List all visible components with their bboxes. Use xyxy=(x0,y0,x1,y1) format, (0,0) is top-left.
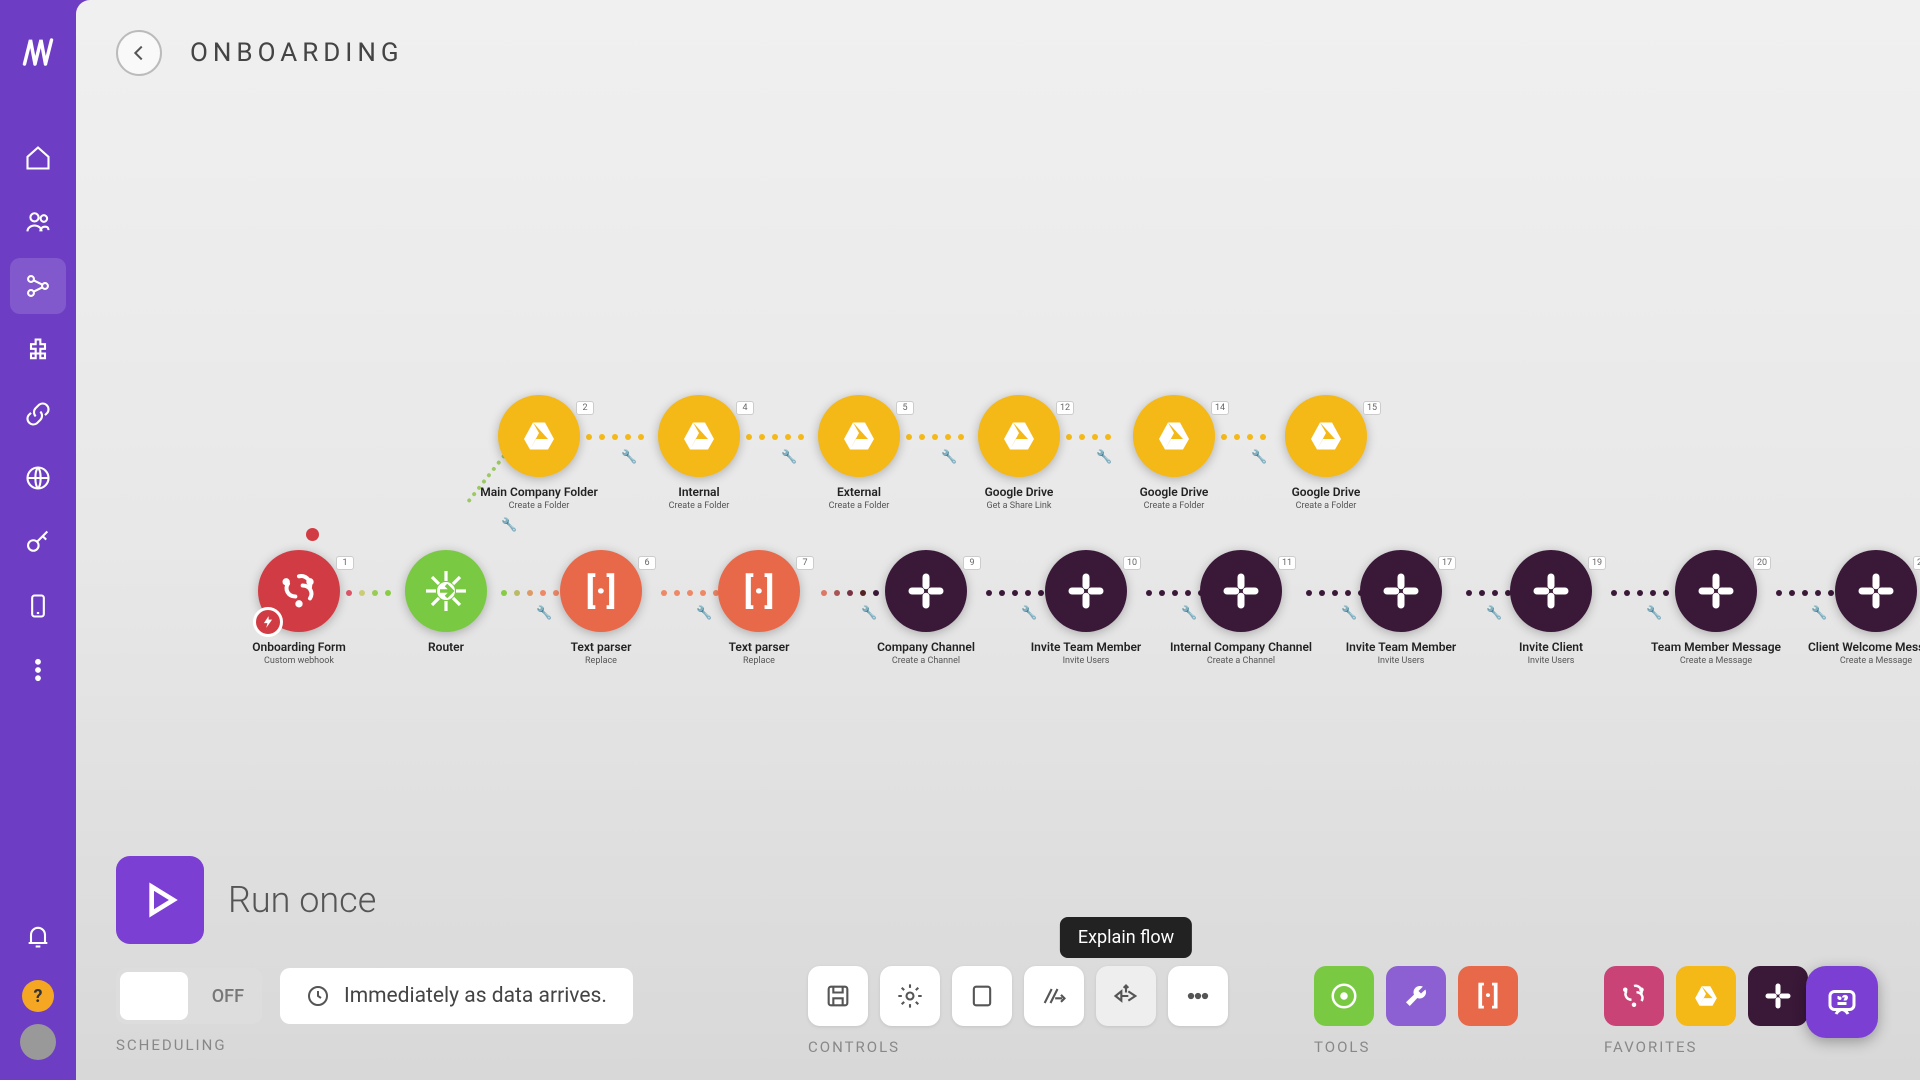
explain-flow-button[interactable]: Explain flow xyxy=(1096,966,1156,1026)
favorites-section-label: FAVORITES xyxy=(1604,1038,1880,1056)
nav-templates[interactable] xyxy=(10,322,66,378)
module-node[interactable]: [·]6 Text parserReplace xyxy=(536,550,666,666)
nav-home[interactable] xyxy=(10,130,66,186)
favorite-slack[interactable] xyxy=(1748,966,1808,1026)
nav-more[interactable] xyxy=(10,642,66,698)
back-button[interactable] xyxy=(116,30,162,76)
tool-tools[interactable] xyxy=(1386,966,1446,1026)
module-node[interactable]: 14 Google DriveCreate a Folder xyxy=(1109,395,1239,511)
status-dot xyxy=(306,528,319,541)
tool-flow-control[interactable] xyxy=(1314,966,1374,1026)
help-fab[interactable] xyxy=(1806,966,1878,1038)
module-node[interactable]: 12 Google DriveGet a Share Link xyxy=(954,395,1084,511)
more-controls-button[interactable] xyxy=(1168,966,1228,1026)
module-node[interactable]: 4 InternalCreate a Folder xyxy=(634,395,764,511)
module-node[interactable]: 20 Team Member MessageCreate a Message xyxy=(1651,550,1781,666)
tooltip: Explain flow xyxy=(1060,917,1192,958)
nav-team[interactable] xyxy=(10,194,66,250)
help-badge[interactable]: ? xyxy=(22,980,54,1012)
bottom-toolbar: Run once OFF Immediately as data arrives… xyxy=(116,856,1880,1056)
run-once-button[interactable] xyxy=(116,856,204,944)
scheduling-toggle[interactable]: OFF xyxy=(116,968,262,1024)
settings-button[interactable] xyxy=(880,966,940,1026)
module-node[interactable]: 11 Internal Company ChannelCreate a Chan… xyxy=(1176,550,1306,666)
nav-notifications[interactable] xyxy=(10,908,66,964)
save-button[interactable] xyxy=(808,966,868,1026)
clock-icon xyxy=(306,984,330,1008)
user-avatar[interactable] xyxy=(20,1024,56,1060)
module-node[interactable]: 1 Onboarding FormCustom webhook xyxy=(234,550,364,666)
module-node[interactable]: 21 Client Welcome MessageCreate a Messag… xyxy=(1811,550,1920,666)
tools-section-label: TOOLS xyxy=(1314,1038,1518,1056)
nav-scenarios[interactable] xyxy=(10,258,66,314)
scenario-title: ONBOARDING xyxy=(190,38,404,68)
nav-keys[interactable] xyxy=(10,514,66,570)
module-node[interactable]: 5 ExternalCreate a Folder xyxy=(794,395,924,511)
controls-section-label: CONTROLS xyxy=(808,1038,1228,1056)
module-node[interactable]: 17 Invite Team MemberInvite Users xyxy=(1336,550,1466,666)
notes-button[interactable] xyxy=(952,966,1012,1026)
tool-text-parser[interactable]: [·] xyxy=(1458,966,1518,1026)
app-logo[interactable] xyxy=(14,28,62,76)
module-node[interactable]: 19 Invite ClientInvite Users xyxy=(1486,550,1616,666)
nav-devices[interactable] xyxy=(10,578,66,634)
favorite-google-drive[interactable] xyxy=(1676,966,1736,1026)
wrench-icon[interactable]: 🔧 xyxy=(501,518,517,533)
nav-connections[interactable] xyxy=(10,386,66,442)
favorite-webhook[interactable] xyxy=(1604,966,1664,1026)
trigger-badge xyxy=(253,607,283,637)
module-node[interactable]: 15 Google DriveCreate a Folder xyxy=(1261,395,1391,511)
module-node[interactable]: 9 Company ChannelCreate a Channel xyxy=(861,550,991,666)
sidebar: ? xyxy=(0,0,76,1080)
nav-webhooks[interactable] xyxy=(10,450,66,506)
main-canvas-area: ONBOARDING 🔧 🔧 🔧 🔧 🔧 🔧 🔧 🔧 🔧 🔧 🔧 🔧 � xyxy=(76,0,1920,1080)
module-node[interactable]: Router xyxy=(381,550,511,654)
module-node[interactable]: [·]7 Text parserReplace xyxy=(694,550,824,666)
scheduling-section-label: SCHEDULING xyxy=(116,1036,633,1054)
module-node[interactable]: 10 Invite Team MemberInvite Users xyxy=(1021,550,1151,666)
auto-align-button[interactable] xyxy=(1024,966,1084,1026)
run-once-label: Run once xyxy=(228,879,376,921)
scheduling-description[interactable]: Immediately as data arrives. xyxy=(280,968,633,1024)
module-node[interactable]: 2 Main Company FolderCreate a Folder xyxy=(474,395,604,511)
